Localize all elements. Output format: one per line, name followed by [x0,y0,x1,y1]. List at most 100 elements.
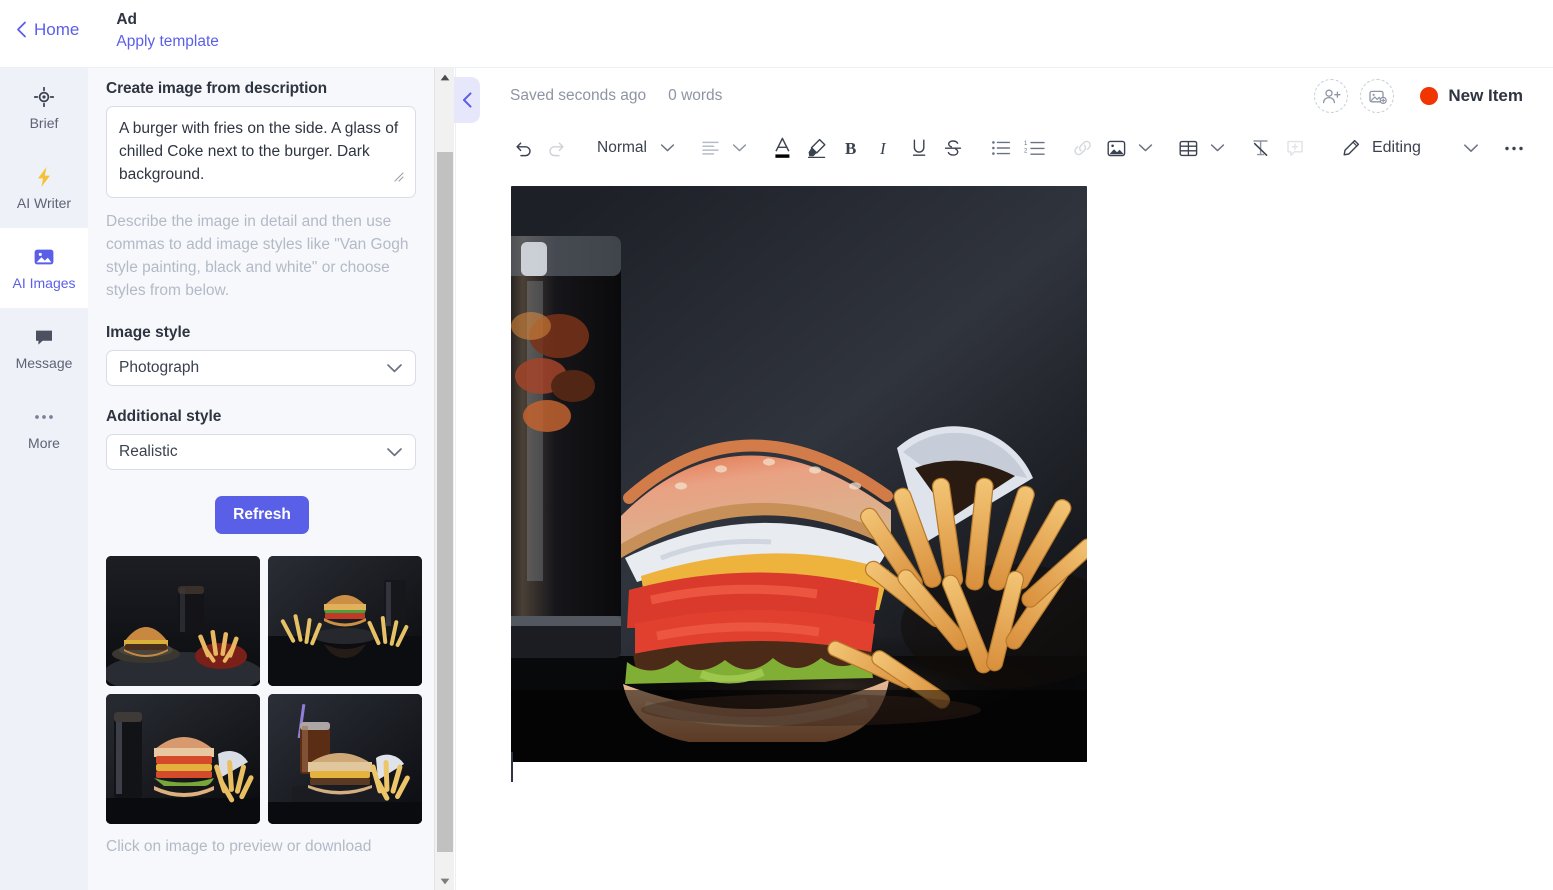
highlight-button[interactable] [800,131,834,165]
thumbnail-image-4[interactable] [268,694,422,824]
add-cover-image-button[interactable] [1360,79,1395,113]
editing-mode-button[interactable]: Editing [1334,131,1421,165]
highlighter-icon [806,137,828,159]
numbered-list-button[interactable]: 1 2 [1018,131,1052,165]
bullet-list-button[interactable] [984,131,1018,165]
collapse-panel-button[interactable] [454,77,480,123]
lightning-icon [35,165,53,189]
editor-header: Saved seconds ago 0 words New Item [456,68,1553,124]
sidebar-item-label: AI Images [12,275,76,291]
clear-formatting-icon [1250,138,1272,158]
editor-toolbar: Normal B I 1 2 Editing [456,124,1553,172]
undo-button[interactable] [506,131,540,165]
bullet-list-icon [991,140,1011,156]
sidebar-item-label: Brief [29,115,59,131]
document-editor: Saved seconds ago 0 words New Item Norma… [455,68,1553,890]
sidebar-item-more[interactable]: More [0,388,88,468]
chevron-down-icon [1463,143,1479,154]
home-back-link[interactable]: Home [16,20,79,40]
more-options-button[interactable] [1497,131,1531,165]
sidebar-item-ai-writer[interactable]: AI Writer [0,148,88,228]
editing-mode-label: Editing [1371,139,1421,156]
ai-images-panel: Create image from description Describe t… [88,68,434,890]
invite-collaborator-button[interactable] [1314,79,1349,113]
align-left-icon [701,140,720,156]
refresh-button[interactable]: Refresh [215,496,309,534]
paragraph-style-chevron[interactable] [656,131,680,165]
insert-image-button[interactable] [1100,131,1134,165]
numbered-list-icon: 1 2 [1024,140,1046,157]
word-count: 0 words [668,87,723,104]
page-title: Ad [116,11,138,28]
scroll-up-arrow-icon[interactable] [435,68,455,86]
thumbnail-image-1[interactable] [106,556,260,686]
pencil-icon [1334,131,1368,165]
prompt-hint: Describe the image in detail and then us… [106,213,409,299]
insert-table-chevron[interactable] [1206,131,1230,165]
add-comment-button[interactable] [1278,131,1312,165]
underline-button[interactable] [902,131,936,165]
image-style-label: Image style [106,324,191,341]
paragraph-style-dropdown[interactable]: Normal [588,131,656,165]
sidebar-item-ai-images[interactable]: AI Images [0,228,88,308]
document-body[interactable] [456,172,1553,782]
text-cursor [511,752,513,782]
ellipsis-icon [33,405,55,429]
sidebar-item-message[interactable]: Message [0,308,88,388]
svg-text:2: 2 [1024,148,1028,154]
align-button[interactable] [694,131,728,165]
add-cover-image-icon [1368,88,1387,105]
text-color-button[interactable] [766,131,800,165]
image-style-value: Photograph [119,359,200,376]
chevron-down-icon [660,143,675,153]
generated-image-grid [106,556,422,824]
align-chevron[interactable] [728,131,752,165]
sidebar-item-label: AI Writer [16,195,72,211]
thumbnail-image-3[interactable] [106,694,260,824]
apply-template-link[interactable]: Apply template [116,30,219,54]
table-icon [1178,139,1199,158]
additional-style-select[interactable]: Realistic [106,434,416,470]
home-label: Home [34,20,80,39]
document-image[interactable] [511,186,1087,762]
panel-footer-hint: Click on image to preview or download [106,838,372,855]
image-icon [33,245,55,269]
sidebar-item-brief[interactable]: Brief [0,68,88,148]
chevron-left-icon [16,21,27,38]
sidebar-item-label: Message [15,355,73,371]
svg-text:B: B [845,139,856,158]
clear-formatting-button[interactable] [1244,131,1278,165]
sidebar-rail: Brief AI Writer AI Images Message More [0,68,88,890]
redo-button[interactable] [540,131,574,165]
editing-mode-chevron[interactable] [1459,131,1483,165]
top-bar: Home Ad Apply template [0,0,1553,68]
italic-button[interactable]: I [868,131,902,165]
add-person-icon [1322,88,1341,105]
chevron-down-icon [1138,143,1153,153]
svg-text:I: I [879,139,887,158]
chevron-down-icon [386,363,403,374]
target-icon [34,85,54,109]
additional-style-label: Additional style [106,408,222,425]
thumbnail-image-2[interactable] [268,556,422,686]
svg-text:1: 1 [1024,141,1028,147]
redo-icon [547,138,567,158]
link-button[interactable] [1066,131,1100,165]
insert-table-button[interactable] [1172,131,1206,165]
document-status-chip[interactable]: New Item [1420,86,1523,106]
bold-button[interactable]: B [834,131,868,165]
sidebar-item-label: More [28,435,60,451]
scroll-down-arrow-icon[interactable] [435,872,455,890]
bold-icon: B [842,138,860,158]
chat-icon [33,325,55,349]
panel-scrollbar[interactable] [434,68,454,890]
insert-image-chevron[interactable] [1134,131,1158,165]
underline-icon [909,137,929,159]
image-style-select[interactable]: Photograph [106,350,416,386]
add-comment-icon [1285,139,1305,158]
image-icon [1106,139,1127,158]
image-description-input[interactable] [106,106,416,198]
strikethrough-button[interactable] [936,131,970,165]
chevron-down-icon [732,143,747,153]
scrollbar-thumb[interactable] [437,152,453,852]
